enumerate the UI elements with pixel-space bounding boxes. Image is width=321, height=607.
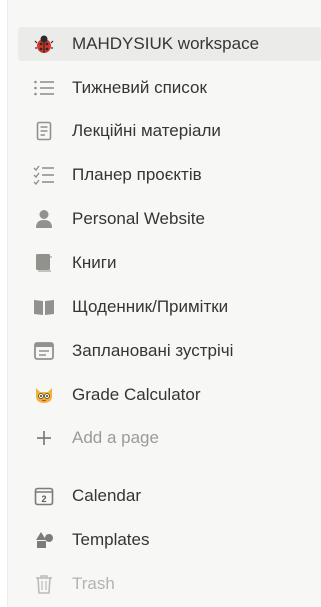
plus-icon	[30, 424, 58, 452]
cat-face-icon	[30, 381, 58, 409]
sidebar-item-lecture-materials[interactable]: Лекційні матеріали	[18, 114, 321, 148]
sidebar-item-label: Лекційні матеріали	[72, 121, 221, 140]
sidebar-item-personal-website[interactable]: Personal Website	[18, 202, 321, 236]
sidebar-item-project-planner[interactable]: Планер проєктів	[18, 158, 321, 192]
sidebar-item-label: Книги	[72, 253, 117, 272]
list-icon	[30, 74, 58, 102]
sidebar-item-label: Тижневий список	[72, 78, 207, 97]
sidebar-item-label: Templates	[72, 530, 150, 549]
document-icon	[30, 117, 58, 145]
sidebar-item-grade-calculator[interactable]: Grade Calculator	[18, 378, 321, 412]
sidebar-item-label: Grade Calculator	[72, 385, 201, 404]
calendar-day: 2	[41, 494, 46, 504]
sidebar-item-calendar[interactable]: 2 Calendar	[18, 479, 321, 513]
sidebar-item-journal-notes[interactable]: Щоденник/Примітки	[18, 290, 321, 324]
shapes-icon	[30, 526, 58, 554]
sidebar-item-scheduled-meetings[interactable]: Заплановані зустрічі	[18, 334, 321, 368]
sidebar-item-label: Personal Website	[72, 209, 205, 228]
sidebar-item-label: Trash	[72, 574, 115, 593]
sidebar-item-label: Заплановані зустрічі	[72, 341, 234, 360]
sidebar-item-label: Планер проєктів	[72, 165, 202, 184]
person-icon	[30, 205, 58, 233]
sidebar-item-label: Щоденник/Примітки	[72, 297, 229, 316]
checklist-icon	[30, 161, 58, 189]
calendar-icon: 2	[30, 482, 58, 510]
open-book-icon	[30, 293, 58, 321]
add-page-label: Add a page	[72, 428, 159, 447]
sidebar-item-trash[interactable]: Trash	[18, 567, 321, 601]
window-icon	[30, 337, 58, 365]
sidebar-item-books[interactable]: Книги	[18, 246, 321, 280]
sidebar-item-templates[interactable]: Templates	[18, 523, 321, 557]
add-page-button[interactable]: Add a page	[18, 421, 321, 455]
sidebar: MAHDYSIUK workspace Тижневий список Лекц	[7, 0, 321, 607]
ladybug-icon	[30, 30, 58, 58]
book-icon	[30, 249, 58, 277]
trash-icon	[30, 570, 58, 598]
sidebar-item-label: Calendar	[72, 486, 141, 505]
workspace-switcher[interactable]: MAHDYSIUK workspace	[18, 27, 321, 61]
sidebar-item-weekly-list[interactable]: Тижневий список	[18, 71, 321, 105]
workspace-name: MAHDYSIUK workspace	[72, 34, 260, 53]
